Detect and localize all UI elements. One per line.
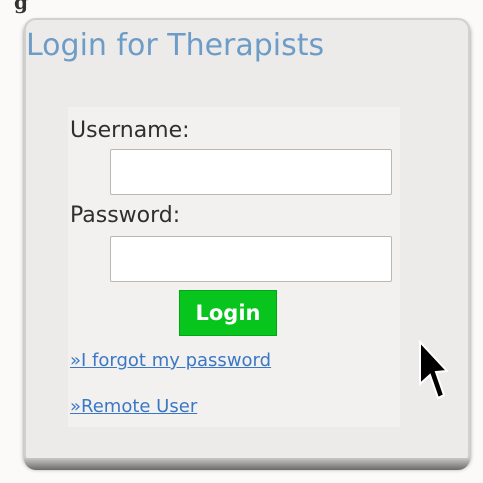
- remote-user-link[interactable]: »Remote User: [70, 396, 197, 417]
- panel-title: Login for Therapists: [26, 28, 325, 63]
- mouse-pointer-icon: [419, 340, 448, 400]
- password-input[interactable]: [110, 236, 392, 282]
- password-label: Password:: [70, 203, 181, 228]
- username-input[interactable]: [110, 149, 392, 195]
- page: g Login for Therapists Username: Passwor…: [0, 0, 483, 483]
- top-heading-fragment: g: [14, 0, 28, 14]
- login-button[interactable]: Login: [179, 290, 277, 336]
- login-panel-bottom-bar: [24, 458, 470, 470]
- username-label: Username:: [70, 118, 190, 143]
- forgot-password-link[interactable]: »I forgot my password: [70, 350, 271, 371]
